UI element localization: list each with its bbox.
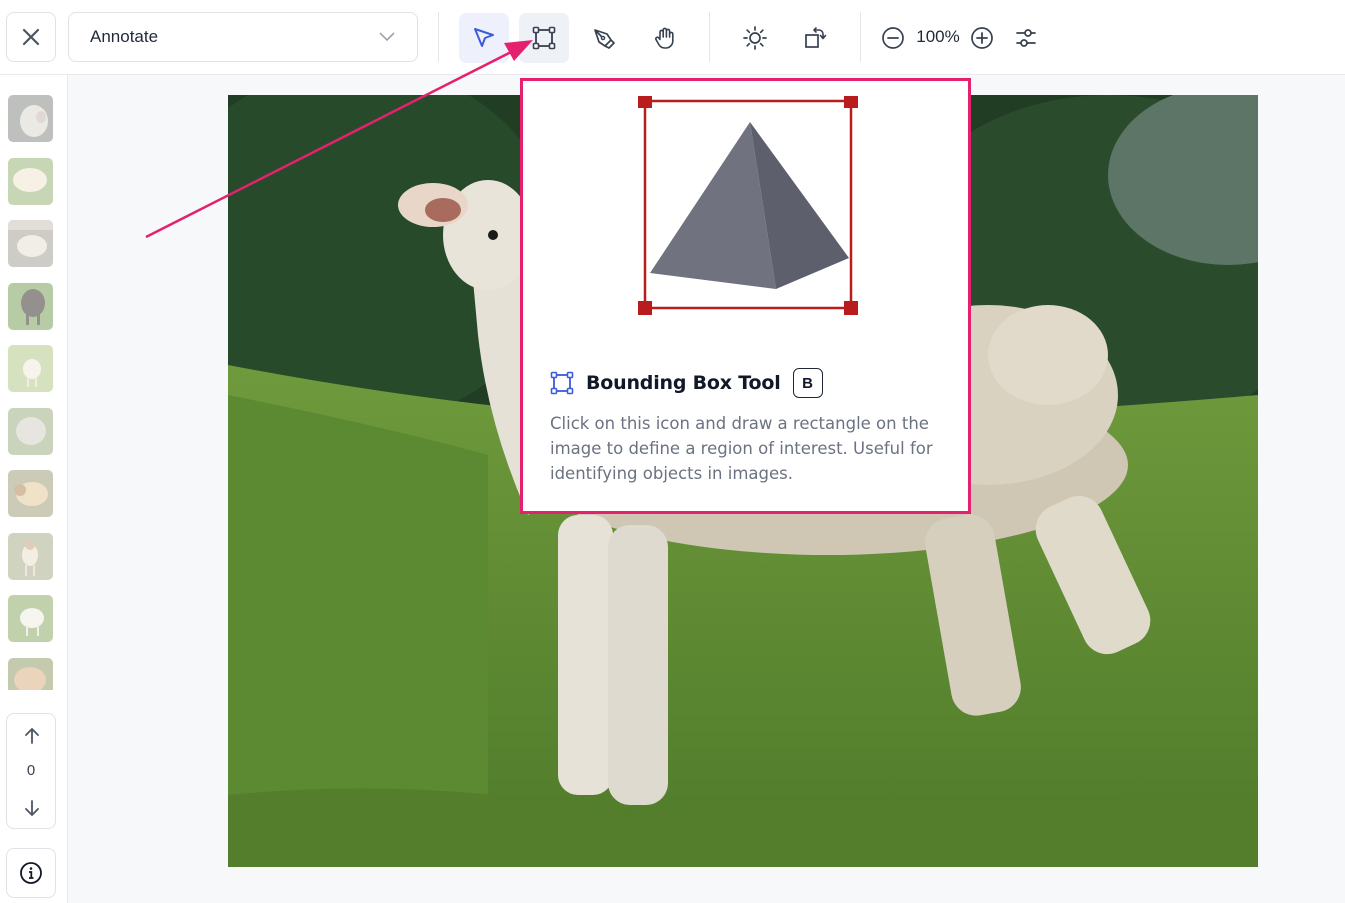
image-sidebar: 0: [0, 75, 68, 903]
bounding-box-tool-button[interactable]: [519, 13, 569, 63]
image-thumbnail[interactable]: [8, 532, 53, 580]
tool-tooltip: Bounding Box Tool B Click on this icon a…: [520, 78, 971, 514]
image-navigator: 0: [6, 713, 56, 829]
image-thumbnail[interactable]: [8, 95, 53, 142]
thumbnail-list: [8, 95, 54, 690]
sun-icon: [743, 26, 767, 50]
image-thumbnail[interactable]: [8, 345, 53, 392]
bounding-box-illustration: [638, 94, 858, 316]
arrow-down-icon: [25, 800, 39, 816]
zoom-in-button[interactable]: [957, 13, 1007, 63]
sliders-icon: [1016, 29, 1036, 47]
previous-image-button[interactable]: [20, 724, 44, 748]
image-thumbnail[interactable]: [8, 282, 53, 330]
rotate-tool-button[interactable]: [790, 13, 840, 63]
mode-select-label: Annotate: [90, 27, 159, 46]
settings-button[interactable]: [1001, 13, 1051, 63]
rotate-icon: [805, 27, 827, 48]
arrow-up-icon: [25, 728, 39, 744]
tooltip-description: Click on this icon and draw a rectangle …: [550, 414, 933, 483]
pan-tool-button[interactable]: [640, 13, 690, 63]
image-thumbnail[interactable]: [8, 470, 53, 517]
zoom-out-button[interactable]: [868, 13, 918, 63]
mode-select[interactable]: Annotate: [68, 12, 418, 62]
tooltip-title: Bounding Box Tool: [586, 372, 781, 394]
hand-icon: [655, 27, 674, 49]
pen-nib-icon: [594, 29, 615, 49]
bounding-box-icon: [532, 26, 556, 50]
polygon-pen-tool-button[interactable]: [579, 13, 629, 63]
image-thumbnail[interactable]: [8, 657, 53, 690]
top-toolbar: Annotate 100%: [0, 0, 1345, 75]
brightness-tool-button[interactable]: [730, 13, 780, 63]
info-icon: [20, 862, 42, 884]
image-thumbnail[interactable]: [8, 220, 53, 267]
image-thumbnail[interactable]: [8, 157, 53, 205]
image-thumbnail[interactable]: [8, 407, 53, 455]
close-button[interactable]: [6, 12, 56, 62]
next-image-button[interactable]: [20, 796, 44, 820]
chevron-down-icon: [379, 32, 395, 42]
bounding-box-icon: [550, 371, 574, 395]
toolbar-divider: [709, 12, 710, 62]
minus-circle-icon: [882, 27, 904, 49]
info-button[interactable]: [6, 848, 56, 898]
keyboard-shortcut-badge: B: [792, 368, 823, 398]
plus-circle-icon: [971, 27, 993, 49]
zoom-level: 100%: [916, 27, 960, 46]
cursor-arrow-icon: [474, 28, 494, 47]
select-tool-button[interactable]: [459, 13, 509, 63]
close-icon: [22, 28, 40, 46]
tooltip-header: Bounding Box Tool B: [550, 368, 823, 398]
image-thumbnail[interactable]: [8, 595, 53, 642]
toolbar-divider: [438, 12, 439, 62]
toolbar-divider: [860, 12, 861, 62]
image-index-counter: 0: [26, 762, 36, 779]
